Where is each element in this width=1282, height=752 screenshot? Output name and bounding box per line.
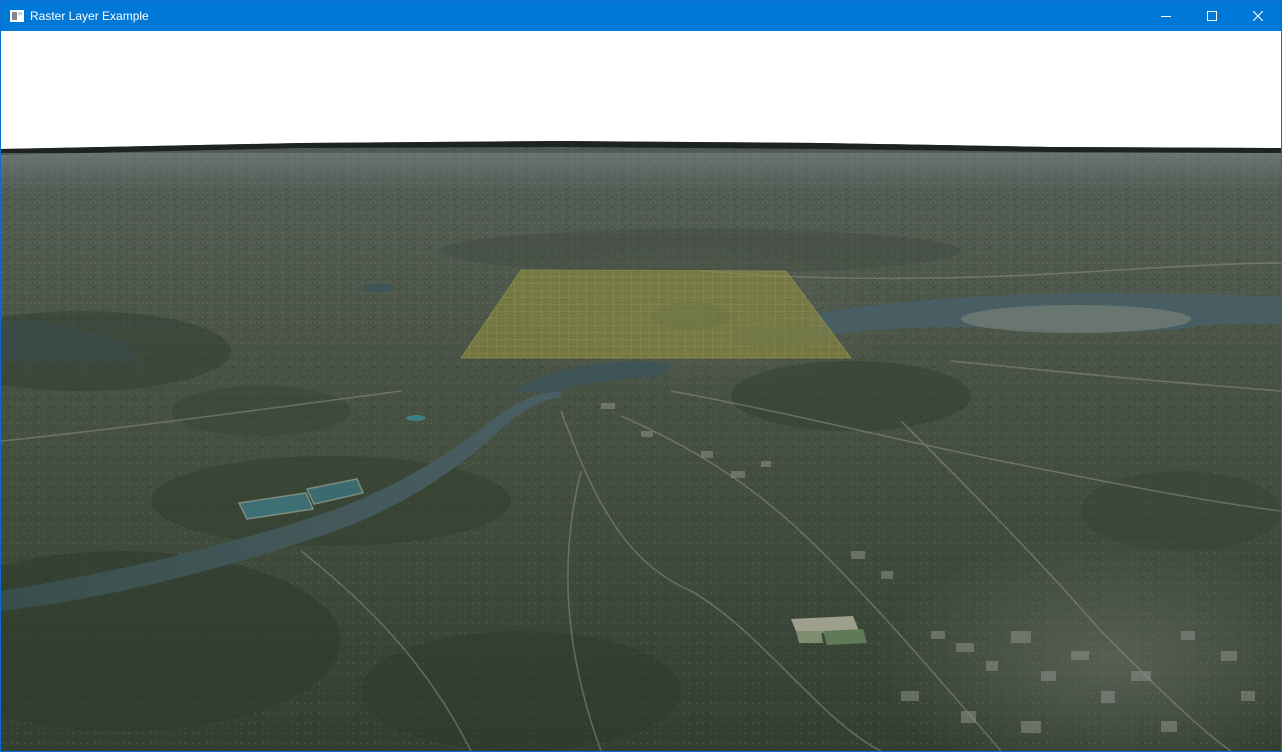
maximize-icon xyxy=(1207,11,1217,21)
minimize-button[interactable] xyxy=(1143,1,1189,31)
maximize-button[interactable] xyxy=(1189,1,1235,31)
title-bar[interactable]: Raster Layer Example xyxy=(1,1,1281,31)
urban-area-east xyxy=(601,391,1281,751)
scene-canvas xyxy=(1,31,1281,751)
sky xyxy=(1,31,1281,143)
map-scene-view[interactable] xyxy=(1,31,1281,751)
app-window: Raster Layer Example xyxy=(0,0,1282,752)
raster-layer-overlay xyxy=(460,269,852,359)
minimize-icon xyxy=(1161,16,1171,17)
close-icon xyxy=(1253,11,1263,21)
horizon-haze xyxy=(1,153,1281,193)
river-island xyxy=(961,305,1191,333)
close-button[interactable] xyxy=(1235,1,1281,31)
window-app-icon xyxy=(10,9,24,22)
window-title: Raster Layer Example xyxy=(30,9,149,23)
